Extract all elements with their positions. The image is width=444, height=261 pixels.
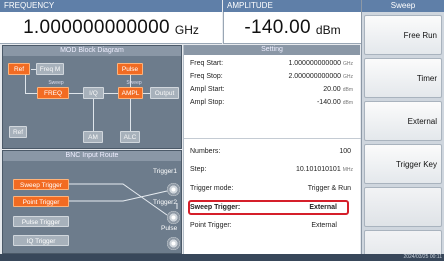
bnc-jack-icon-trigger1[interactable] — [167, 183, 180, 196]
frequency-unit: GHz — [174, 22, 199, 37]
softkey-trigger-key[interactable]: Trigger Key — [364, 144, 442, 184]
softkey-timer[interactable]: Timer — [364, 58, 442, 98]
port-label-trigger2: Trigger2 — [153, 199, 177, 206]
setting-unit: MHz — [342, 167, 353, 173]
connector-line — [25, 75, 26, 93]
setting-value: External — [311, 222, 337, 229]
amplitude-readout[interactable]: -140.00 dBm — [223, 12, 361, 44]
setting-key: Freq Stop: — [190, 73, 223, 80]
setting-value: 2.000000000000 — [288, 73, 341, 80]
setting-row-freq-stop[interactable]: Freq Stop: 2.000000000000 GHz — [184, 70, 361, 83]
setting-value: -140.00 — [316, 99, 341, 106]
sweep-label-2: Sweep — [126, 80, 142, 86]
setting-value: Trigger & Run — [307, 185, 351, 192]
connector-line — [130, 99, 131, 133]
status-timestamp: 2024/03/25 00:11 — [403, 254, 442, 260]
amplitude-unit: dBm — [315, 22, 341, 37]
setting-value: 20.00 — [323, 86, 341, 93]
output-block[interactable]: Output — [150, 87, 179, 99]
setting-row-trigger-mode[interactable]: Trigger mode: Trigger & Run — [184, 182, 361, 195]
setting-value: 1.000000000000 — [288, 60, 341, 67]
bnc-point-trigger-button[interactable]: Point Trigger — [13, 196, 69, 207]
setting-title: Setting — [184, 45, 360, 55]
setting-row-step[interactable]: Step: 10.101010101 MHz — [184, 163, 361, 176]
setting-row-freq-start[interactable]: Freq Start: 1.000000000000 GHz — [184, 57, 361, 70]
bnc-input-route-panel: BNC Input Route Sweep Trigger Point Trig… — [2, 150, 182, 254]
setting-value: 100 — [339, 148, 351, 155]
bnc-jack-icon-pulse[interactable] — [167, 237, 180, 250]
connector-line — [69, 93, 83, 94]
setting-key: Ampl Stop: — [190, 99, 225, 106]
mod-block-diagram-panel: MOD Block Diagram Ref Freq M Pulse Sweep… — [2, 45, 182, 149]
sweep-label-1: Sweep — [48, 80, 64, 86]
softkey-free-run[interactable]: Free Run — [364, 15, 442, 55]
am-block[interactable]: AM — [83, 131, 103, 143]
frequency-header: FREQUENCY — [0, 0, 222, 12]
setting-key: Ampl Start: — [190, 86, 225, 93]
amplitude-header: AMPLITUDE — [223, 0, 361, 12]
connector-line — [104, 93, 118, 94]
status-bar: 2024/03/25 00:11 — [0, 254, 444, 261]
mod-block-diagram-title: MOD Block Diagram — [3, 46, 181, 56]
setting-row-ampl-start[interactable]: Ampl Start: 20.00 dBm — [184, 83, 361, 96]
setting-row-point-trigger[interactable]: Point Trigger: External — [184, 219, 361, 232]
freq-mod-block[interactable]: Freq M — [36, 63, 64, 75]
frequency-value: 1.000000000000 — [23, 16, 170, 38]
setting-value: 10.101010101 — [295, 166, 341, 173]
setting-row-numbers[interactable]: Numbers: 100 — [184, 145, 361, 158]
freq-block[interactable]: FREQ — [37, 87, 69, 99]
ref-bottom-block[interactable]: Ref — [9, 126, 27, 138]
bnc-pulse-trigger-button[interactable]: Pulse Trigger — [13, 216, 69, 227]
connector-line — [93, 99, 94, 133]
softkey-panel: Sweep Free Run Timer External Trigger Ke… — [361, 0, 444, 261]
port-label-trigger1: Trigger1 — [153, 168, 177, 175]
port-label-pulse: Pulse — [161, 225, 178, 232]
iq-block[interactable]: I/Q — [83, 87, 104, 99]
ref-block[interactable]: Ref — [8, 63, 30, 75]
bnc-sweep-trigger-button[interactable]: Sweep Trigger — [13, 179, 69, 190]
setting-row-ampl-stop[interactable]: Ampl Stop: -140.00 dBm — [184, 96, 361, 109]
setting-unit: dBm — [342, 100, 353, 106]
setting-key: Freq Start: — [190, 60, 224, 67]
setting-key: Trigger mode: — [190, 185, 234, 192]
setting-unit: dBm — [342, 87, 353, 93]
softkey-external[interactable]: External — [364, 101, 442, 141]
ampl-block[interactable]: AMPL — [118, 87, 143, 99]
setting-panel: Setting Freq Start: 1.000000000000 GHz Fr… — [183, 45, 361, 254]
connector-line — [143, 93, 150, 94]
connector-line — [25, 93, 37, 94]
setting-unit: GHz — [343, 74, 353, 80]
signal-generator-screen: FREQUENCY 1.000000000000 GHz AMPLITUDE -… — [0, 0, 444, 261]
alc-block[interactable]: ALC — [120, 131, 140, 143]
pulse-block[interactable]: Pulse — [117, 63, 143, 75]
amplitude-value: -140.00 — [244, 16, 311, 38]
bnc-jack-icon-trigger2[interactable] — [167, 211, 180, 224]
setting-key: Step: — [190, 166, 207, 173]
frequency-readout[interactable]: 1.000000000000 GHz — [0, 12, 222, 44]
setting-key: Point Trigger: — [190, 222, 232, 229]
setting-key: Numbers: — [190, 148, 221, 155]
setting-unit: GHz — [343, 61, 353, 67]
softkey-empty-5[interactable] — [364, 187, 442, 227]
softkey-menu-title: Sweep — [362, 0, 444, 12]
sweep-trigger-highlight — [188, 200, 349, 215]
bnc-iq-trigger-button[interactable]: IQ Trigger — [13, 235, 69, 246]
setting-divider — [184, 138, 361, 139]
